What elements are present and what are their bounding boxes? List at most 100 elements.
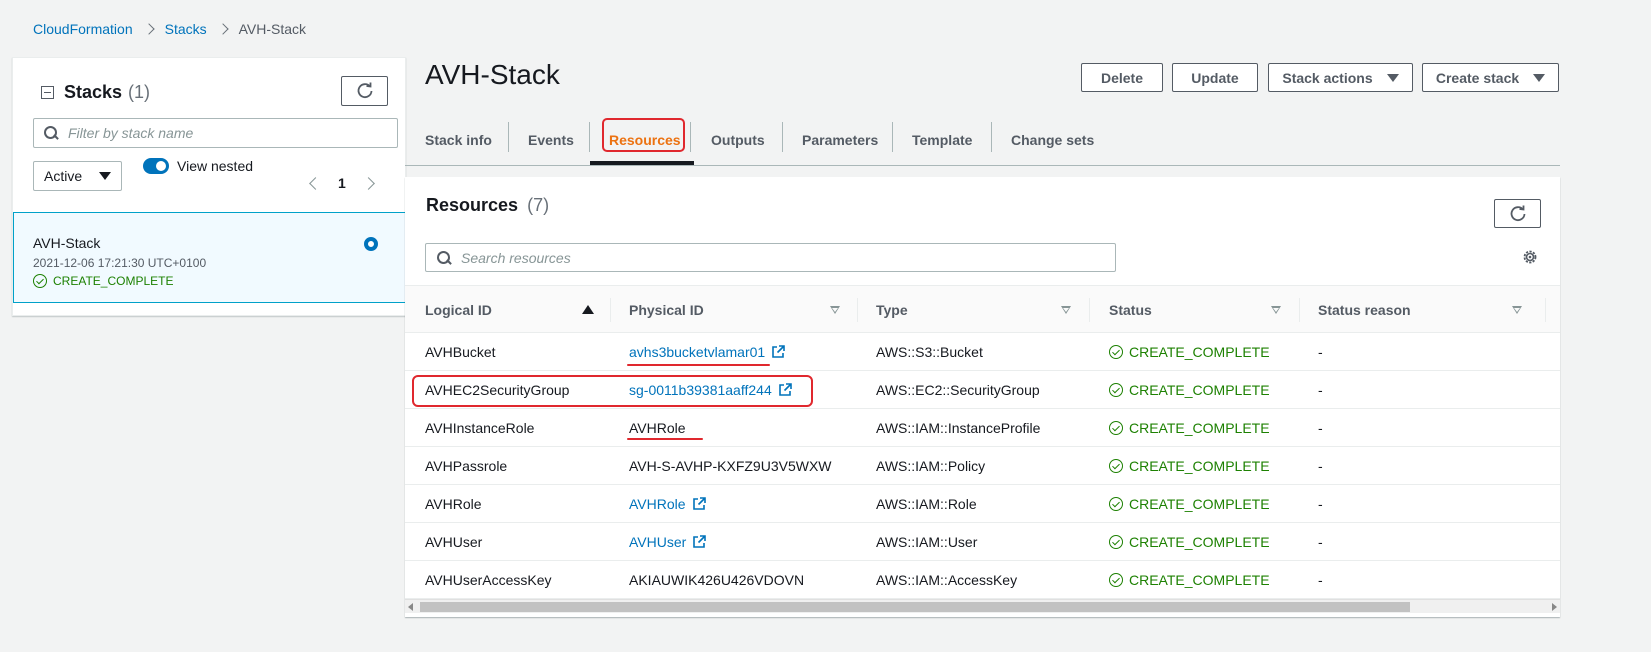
cell-type: AWS::IAM::Policy (876, 458, 986, 474)
tab-separator (690, 122, 691, 152)
caret-down-icon (1386, 73, 1399, 82)
stack-filter-field (33, 118, 398, 148)
cell-type: AWS::S3::Bucket (876, 344, 983, 360)
stack-card[interactable]: AVH-Stack 2021-12-06 17:21:30 UTC+0100 C… (13, 212, 407, 303)
cell-logical-id: AVHUser (425, 534, 483, 550)
gear-icon[interactable] (1521, 248, 1539, 266)
scrollbar-thumb[interactable] (420, 602, 1410, 612)
caret-down-icon (99, 172, 111, 180)
column-header-status[interactable]: Status (1109, 286, 1152, 333)
check-circle-icon (1109, 497, 1123, 511)
table-body: AVHBucket avhs3bucketvlamar01 AWS::S3::Buc… (405, 333, 1560, 599)
cell-type: AWS::IAM::InstanceProfile (876, 420, 1041, 436)
cell-physical-id-link[interactable]: AVHUser (629, 523, 707, 561)
pagination: 1 (309, 175, 375, 191)
cell-status: CREATE_COMPLETE (1109, 447, 1270, 485)
stack-status-select[interactable]: Active (33, 161, 122, 191)
tab-parameters[interactable]: Parameters (802, 120, 878, 160)
update-button[interactable]: Update (1172, 63, 1258, 92)
tab-events[interactable]: Events (528, 120, 574, 160)
horizontal-scrollbar[interactable] (405, 599, 1560, 613)
stacks-panel: Stacks (1) Active View nested 1 AVH-Stac… (12, 57, 407, 316)
tab-template[interactable]: Template (912, 120, 972, 160)
scroll-left-arrow[interactable] (408, 603, 413, 611)
resources-refresh-button[interactable] (1494, 199, 1541, 228)
tab-stack-info[interactable]: Stack info (425, 120, 492, 160)
physical-id-link-text[interactable]: AVHRole (629, 496, 686, 512)
cell-type: AWS::IAM::Role (876, 496, 977, 512)
cell-type: AWS::IAM::User (876, 534, 978, 550)
cell-physical-id-link[interactable]: AVHRole (629, 485, 706, 523)
chevron-left-icon[interactable] (309, 176, 322, 190)
check-circle-icon (1109, 573, 1123, 587)
tab-separator (892, 122, 893, 152)
column-header-logical-id[interactable]: Logical ID (425, 286, 492, 333)
cell-status-reason: - (1318, 534, 1323, 550)
check-circle-icon (1109, 345, 1123, 359)
column-separator (1299, 298, 1300, 322)
annotation-box-resources-tab (602, 118, 685, 152)
cell-status-reason: - (1318, 344, 1323, 360)
delete-button-label: Delete (1100, 69, 1144, 86)
resources-table: Logical ID Physical ID Type Status Statu… (405, 285, 1560, 599)
column-header-status-reason[interactable]: Status reason (1318, 286, 1411, 333)
tab-separator (589, 122, 590, 152)
sort-ascending-icon[interactable] (582, 305, 594, 314)
stacks-refresh-button[interactable] (341, 76, 388, 106)
check-circle-icon (1109, 459, 1123, 473)
column-separator (857, 298, 858, 322)
sort-icon[interactable] (830, 306, 840, 314)
refresh-icon (1510, 205, 1525, 221)
sort-icon[interactable] (1512, 306, 1522, 314)
cell-status-text: CREATE_COMPLETE (1129, 344, 1270, 360)
sort-icon[interactable] (1271, 306, 1281, 314)
stacks-panel-title: Stacks (1) (41, 82, 150, 103)
tab-separator (991, 122, 992, 152)
chevron-right-icon (142, 23, 155, 35)
column-header-physical-id[interactable]: Physical ID (629, 286, 704, 333)
table-row: AVHUser AVHUser AWS::IAM::User CREATE_COMPL… (405, 523, 1560, 561)
active-tab-underline (590, 161, 694, 165)
physical-id-link-text[interactable]: avhs3bucketvlamar01 (629, 344, 765, 360)
tab-separator (782, 122, 783, 152)
cell-logical-id: AVHInstanceRole (425, 420, 535, 436)
cell-status: CREATE_COMPLETE (1109, 409, 1270, 447)
collapse-icon[interactable] (41, 86, 54, 99)
column-separator (1089, 298, 1090, 322)
resources-search-input[interactable] (461, 249, 1115, 266)
external-link-icon (692, 497, 706, 510)
chevron-right-icon (216, 23, 229, 35)
delete-button[interactable]: Delete (1081, 63, 1163, 92)
cell-status-reason: - (1318, 420, 1323, 436)
table-row: AVHBucket avhs3bucketvlamar01 AWS::S3::Buc… (405, 333, 1560, 371)
cell-logical-id: AVHRole (425, 496, 482, 512)
stack-filter-input[interactable] (68, 125, 397, 141)
tab-outputs[interactable]: Outputs (711, 120, 765, 160)
table-header: Logical ID Physical ID Type Status Statu… (405, 286, 1560, 333)
physical-id-link-text[interactable]: AVHUser (629, 534, 686, 550)
caret-down-icon (1533, 73, 1546, 82)
check-circle-icon (33, 274, 47, 288)
breadcrumb-cloudformation[interactable]: CloudFormation (33, 21, 133, 37)
page-number[interactable]: 1 (338, 175, 346, 191)
column-header-type[interactable]: Type (876, 286, 908, 333)
view-nested-label: View nested (177, 158, 254, 174)
sort-icon[interactable] (1061, 306, 1071, 314)
check-circle-icon (1109, 535, 1123, 549)
view-nested-toggle[interactable] (143, 158, 169, 174)
tab-change-sets[interactable]: Change sets (1011, 120, 1094, 160)
chevron-right-icon[interactable] (361, 176, 375, 190)
cell-logical-id: AVHBucket (425, 344, 496, 360)
stack-status-select-value: Active (44, 168, 83, 184)
cell-status-text: CREATE_COMPLETE (1129, 496, 1270, 512)
stack-actions-button[interactable]: Stack actions (1268, 63, 1413, 92)
annotation-underline-bucket (627, 364, 770, 366)
scroll-right-arrow[interactable] (1552, 603, 1557, 611)
stack-select-radio[interactable] (364, 237, 378, 251)
breadcrumb-stacks[interactable]: Stacks (165, 21, 207, 37)
tab-separator (508, 122, 509, 152)
cell-status-text: CREATE_COMPLETE (1129, 382, 1270, 398)
create-stack-button[interactable]: Create stack (1422, 63, 1559, 92)
stack-card-status: CREATE_COMPLETE (33, 274, 173, 288)
breadcrumb-current: AVH-Stack (238, 21, 307, 37)
